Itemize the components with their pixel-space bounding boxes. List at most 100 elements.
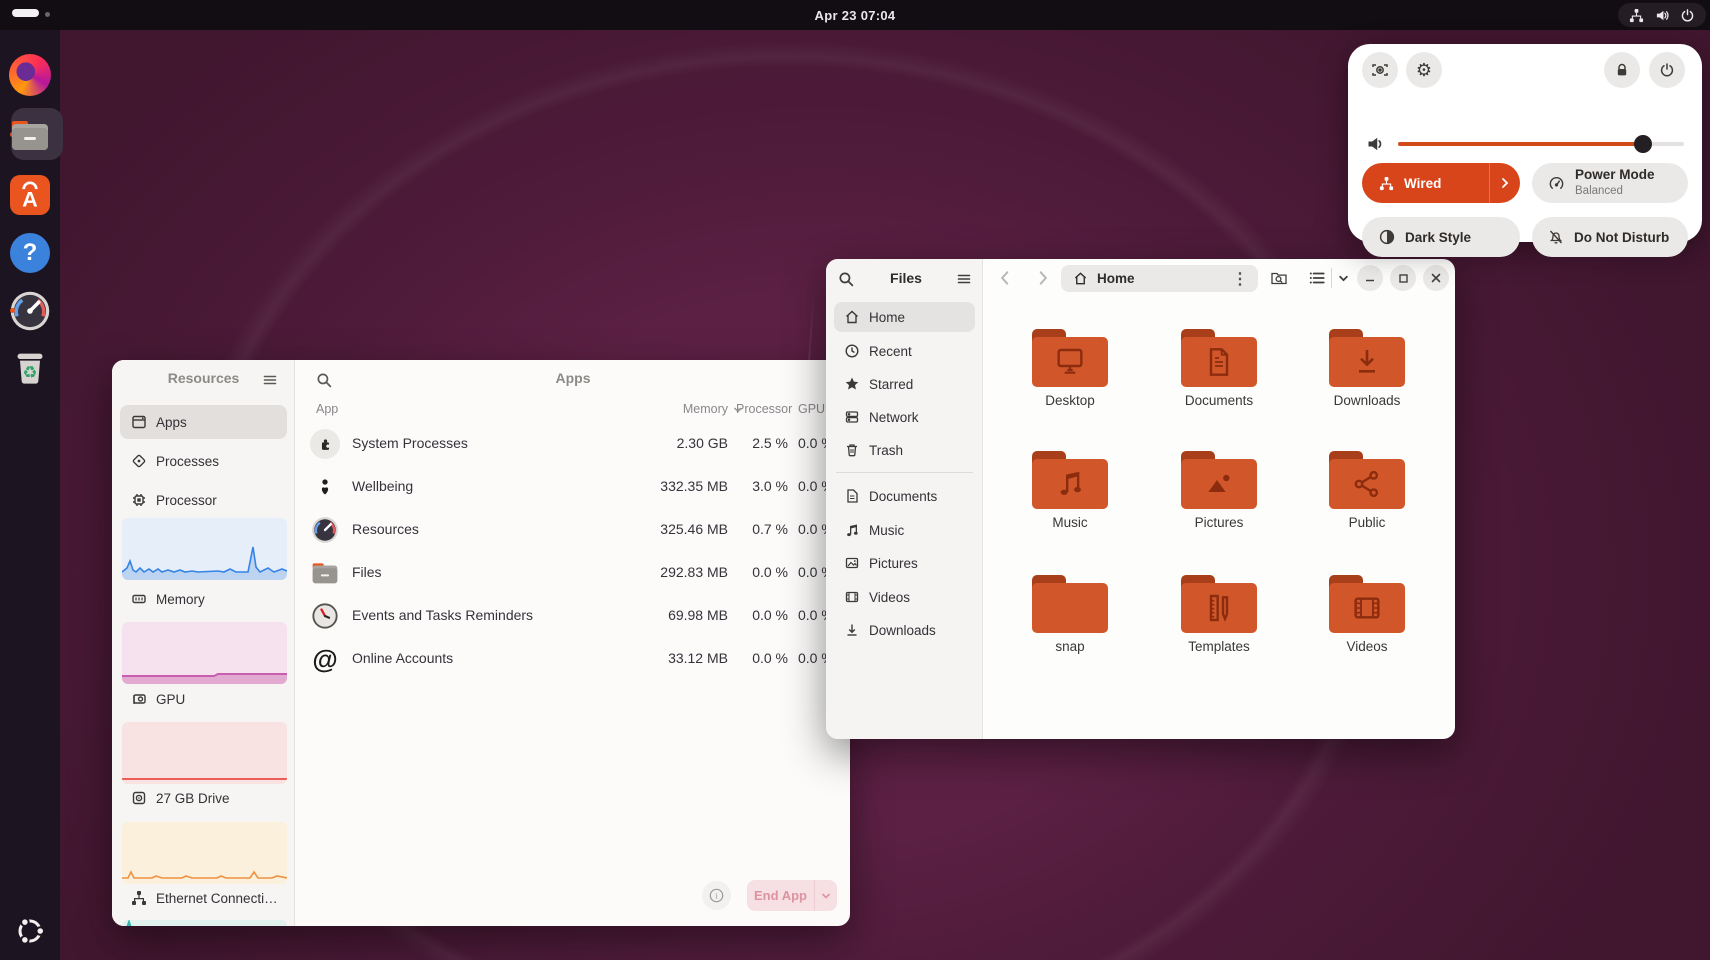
sidebar-item-label: Network [869,410,919,425]
folder-item-templates[interactable]: Templates [1154,575,1284,654]
sidebar-item-gpu[interactable]: GPU [120,682,287,716]
processes-icon [131,453,147,469]
sidebar-item-label: Documents [869,489,937,504]
workspace-indicator-active[interactable] [12,9,39,17]
sidebar-item-videos[interactable]: Videos [834,582,975,612]
app-name: Files [352,564,382,580]
dock-item-app-center[interactable]: A [7,172,53,218]
sidebar-item-documents[interactable]: Documents [834,481,975,511]
lock-button[interactable] [1604,52,1640,88]
end-app-button[interactable]: End App [747,880,837,911]
sidebar-item-label: Ethernet Connecti… [156,891,278,906]
toolbar-separator [1331,268,1332,288]
desktop: Apr 23 07:04 [0,0,1710,960]
kebab-menu-icon[interactable]: ⋮ [1232,269,1248,289]
sidebar-item-downloads[interactable]: Downloads [834,615,975,645]
chevron-down-icon[interactable] [815,892,837,900]
dock: A ? ♻ [0,30,60,960]
sidebar-item-trash[interactable]: Trash [834,435,975,465]
chevron-right-icon[interactable] [1500,177,1510,189]
sidebar-item-label: GPU [156,692,185,707]
app-row-files[interactable]: Files 292.83 MB 0.0 % 0.0 % [296,552,850,595]
column-header-gpu[interactable]: GPU [798,402,825,416]
maximize-button[interactable] [1390,265,1416,291]
app-row-system-processes[interactable]: System Processes 2.30 GB 2.5 % 0.0 % [296,423,850,466]
quick-settings-panel: ⚙ Wired [1348,44,1702,242]
dock-item-files[interactable] [7,112,53,158]
dock-item-trash[interactable]: ♻ [7,344,53,390]
app-row-events-tasks[interactable]: Events and Tasks Reminders 69.98 MB 0.0 … [296,595,850,638]
dock-item-show-apps[interactable] [7,908,53,954]
sidebar-item-home[interactable]: Home [834,302,975,332]
search-icon[interactable] [838,271,855,288]
sidebar-item-label: Memory [156,592,205,607]
sidebar-separator [836,472,973,473]
folder-item-public[interactable]: Public [1302,451,1432,530]
sidebar-item-apps[interactable]: Apps [120,405,287,439]
power-button[interactable] [1649,52,1685,88]
app-row-wellbeing[interactable]: Wellbeing 332.35 MB 3.0 % 0.0 % [296,466,850,509]
folder-item-downloads[interactable]: Downloads [1302,329,1432,408]
back-button[interactable] [996,269,1014,287]
sidebar-item-memory[interactable]: Memory [120,582,287,616]
sidebar-item-music[interactable]: Music [834,515,975,545]
folder-name: Videos [1346,639,1387,654]
settings-button[interactable]: ⚙ [1406,52,1442,88]
menu-icon[interactable] [956,271,972,287]
column-header-memory[interactable]: Memory [616,402,728,416]
app-name: Wellbeing [352,478,413,494]
power-mode-tile[interactable]: Power Mode Balanced [1532,163,1688,203]
recent-clock-icon [844,343,860,359]
sidebar-item-processor[interactable]: Processor [120,483,287,517]
view-options-chevron-icon[interactable] [1338,274,1349,283]
folder-item-snap[interactable]: snap [1005,575,1135,654]
files-window-title: Files [856,270,956,286]
column-header-app[interactable]: App [316,402,338,416]
close-button[interactable] [1423,265,1449,291]
folder-name: Music [1052,515,1087,530]
app-name: Events and Tasks Reminders [352,607,533,623]
app-row-online-accounts[interactable]: @ Online Accounts 33.12 MB 0.0 % 0.0 % [296,638,850,681]
folder-item-music[interactable]: Music [1005,451,1135,530]
app-row-resources[interactable]: Resources 325.46 MB 0.7 % 0.0 % [296,509,850,552]
folder-item-desktop[interactable]: Desktop [1005,329,1135,408]
sidebar-item-ethernet[interactable]: Ethernet Connecti… [120,881,287,915]
clock[interactable]: Apr 23 07:04 [0,0,1710,30]
sidebar-item-label: Starred [869,377,913,392]
sidebar-item-starred[interactable]: Starred [834,369,975,399]
app-name: Resources [352,521,419,537]
sidebar-item-network[interactable]: Network [834,402,975,432]
wired-network-tile[interactable]: Wired [1362,163,1520,203]
dock-item-help[interactable]: ? [7,230,53,276]
system-tray[interactable] [1618,3,1706,27]
column-header-processor[interactable]: Processor [736,402,788,416]
volume-slider-knob[interactable] [1634,135,1652,153]
dark-style-label: Dark Style [1405,230,1471,245]
volume-slider[interactable] [1398,142,1684,146]
sidebar-item-processes[interactable]: Processes [120,444,287,478]
screenshot-button[interactable] [1362,52,1398,88]
menu-icon[interactable] [262,372,278,388]
workspace-indicator-dot[interactable] [45,12,50,17]
lock-icon [1614,62,1630,78]
dock-item-resources[interactable] [7,288,53,334]
sidebar-item-recent[interactable]: Recent [834,336,975,366]
dock-item-firefox[interactable] [7,52,53,98]
power-icon [1659,62,1675,78]
minimize-button[interactable] [1357,265,1383,291]
resources-gauge-icon [9,290,51,332]
info-button[interactable]: i [702,881,731,910]
do-not-disturb-tile[interactable]: Do Not Disturb [1532,217,1688,257]
app-name: Online Accounts [352,650,453,666]
list-view-button[interactable] [1308,269,1326,287]
path-bar[interactable]: Home ⋮ [1061,265,1258,292]
folder-item-pictures[interactable]: Pictures [1154,451,1284,530]
folder-item-documents[interactable]: Documents [1154,329,1284,408]
sidebar-item-drive[interactable]: 27 GB Drive [120,781,287,815]
folder-item-videos[interactable]: Videos [1302,575,1432,654]
search-in-folder-icon[interactable] [1270,269,1288,287]
dark-style-tile[interactable]: Dark Style [1362,217,1520,257]
sidebar-item-pictures[interactable]: Pictures [834,548,975,578]
forward-button[interactable] [1034,269,1052,287]
sidebar-item-label: Processes [156,454,219,469]
